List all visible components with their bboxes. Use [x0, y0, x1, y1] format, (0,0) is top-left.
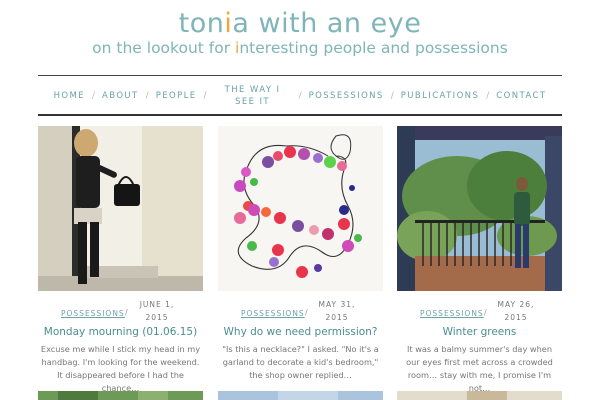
nav-bottom-divider — [38, 114, 562, 116]
meta-separator: / — [484, 308, 487, 317]
post-date: JUNE 1, 2015 — [132, 298, 182, 324]
post-title-link[interactable]: Why do we need permission? — [218, 326, 383, 338]
post-card: POSSESSIONS / JUNE 1, 2015 Monday mournin… — [38, 126, 203, 395]
site-title[interactable]: tonia with an eye — [0, 8, 600, 39]
nav-top-divider — [38, 75, 562, 76]
felt-ball-garland-image — [218, 126, 383, 291]
post-date-year: 2015 — [145, 313, 169, 322]
main-nav: HOME / ABOUT / PEOPLE / THE WAY I SEE IT… — [38, 80, 562, 112]
nav-separator: / — [390, 91, 394, 101]
post-date: MAY 31, 2015 — [312, 298, 362, 324]
site-title-text-rest: a with an eye — [232, 8, 422, 39]
post-card: POSSESSIONS / MAY 26, 2015 Winter greens … — [397, 126, 562, 395]
nav-item-about[interactable]: ABOUT — [102, 91, 139, 101]
interior-image — [397, 391, 562, 400]
tagline-text: on the lookout for — [92, 39, 236, 57]
post-thumbnail-next-row[interactable] — [397, 388, 562, 400]
meta-separator: / — [305, 308, 308, 317]
nav-item-home[interactable]: HOME — [54, 91, 85, 101]
greenery-image — [38, 391, 203, 400]
post-date: MAY 26, 2015 — [491, 298, 541, 324]
site-tagline: on the lookout for interesting people an… — [0, 39, 600, 57]
post-card: POSSESSIONS / MAY 31, 2015 Why do we need… — [218, 126, 383, 382]
post-date-day: JUNE 1, — [139, 300, 175, 309]
post-meta: POSSESSIONS / MAY 26, 2015 — [397, 298, 562, 322]
post-thumbnail-next-row[interactable] — [218, 388, 383, 400]
post-date-year: 2015 — [325, 313, 349, 322]
nav-separator: / — [298, 91, 302, 101]
post-excerpt: "Is this a necklace?" I asked. "No it's … — [222, 344, 379, 380]
nav-item-people[interactable]: PEOPLE — [156, 91, 197, 101]
post-category-link[interactable]: POSSESSIONS — [420, 309, 484, 318]
post-category-link[interactable]: POSSESSIONS — [61, 309, 125, 318]
nav-item-publications[interactable]: PUBLICATIONS — [401, 91, 479, 101]
woman-on-balcony-image — [397, 126, 562, 291]
nav-separator: / — [91, 91, 96, 101]
meta-separator: / — [125, 308, 128, 317]
sky-image — [218, 391, 383, 400]
tagline-text-rest: nteresting people and possessions — [239, 39, 508, 57]
nav-separator: / — [486, 91, 490, 101]
site-title-text: ton — [178, 8, 225, 39]
post-date-year: 2015 — [504, 313, 528, 322]
post-thumbnail[interactable] — [218, 126, 383, 291]
nav-item-the-way-i-see-it[interactable]: THE WAY I SEE IT — [214, 84, 292, 108]
post-meta: POSSESSIONS / JUNE 1, 2015 — [38, 298, 203, 322]
nav-item-contact[interactable]: CONTACT — [496, 91, 546, 101]
nav-separator: / — [145, 91, 149, 101]
nav-separator: / — [203, 91, 207, 101]
post-title-link[interactable]: Monday mourning (01.06.15) — [38, 326, 203, 338]
post-date-day: MAY 26, — [497, 300, 535, 309]
post-thumbnail[interactable] — [397, 126, 562, 291]
post-thumbnail[interactable] — [38, 126, 203, 291]
post-meta: POSSESSIONS / MAY 31, 2015 — [218, 298, 383, 322]
post-thumbnail-next-row[interactable] — [38, 388, 203, 400]
post-title-link[interactable]: Winter greens — [397, 326, 562, 338]
post-category-link[interactable]: POSSESSIONS — [241, 309, 305, 318]
woman-with-handbag-image — [38, 126, 203, 291]
nav-item-possessions[interactable]: POSSESSIONS — [309, 91, 384, 101]
post-date-day: MAY 31, — [318, 300, 356, 309]
